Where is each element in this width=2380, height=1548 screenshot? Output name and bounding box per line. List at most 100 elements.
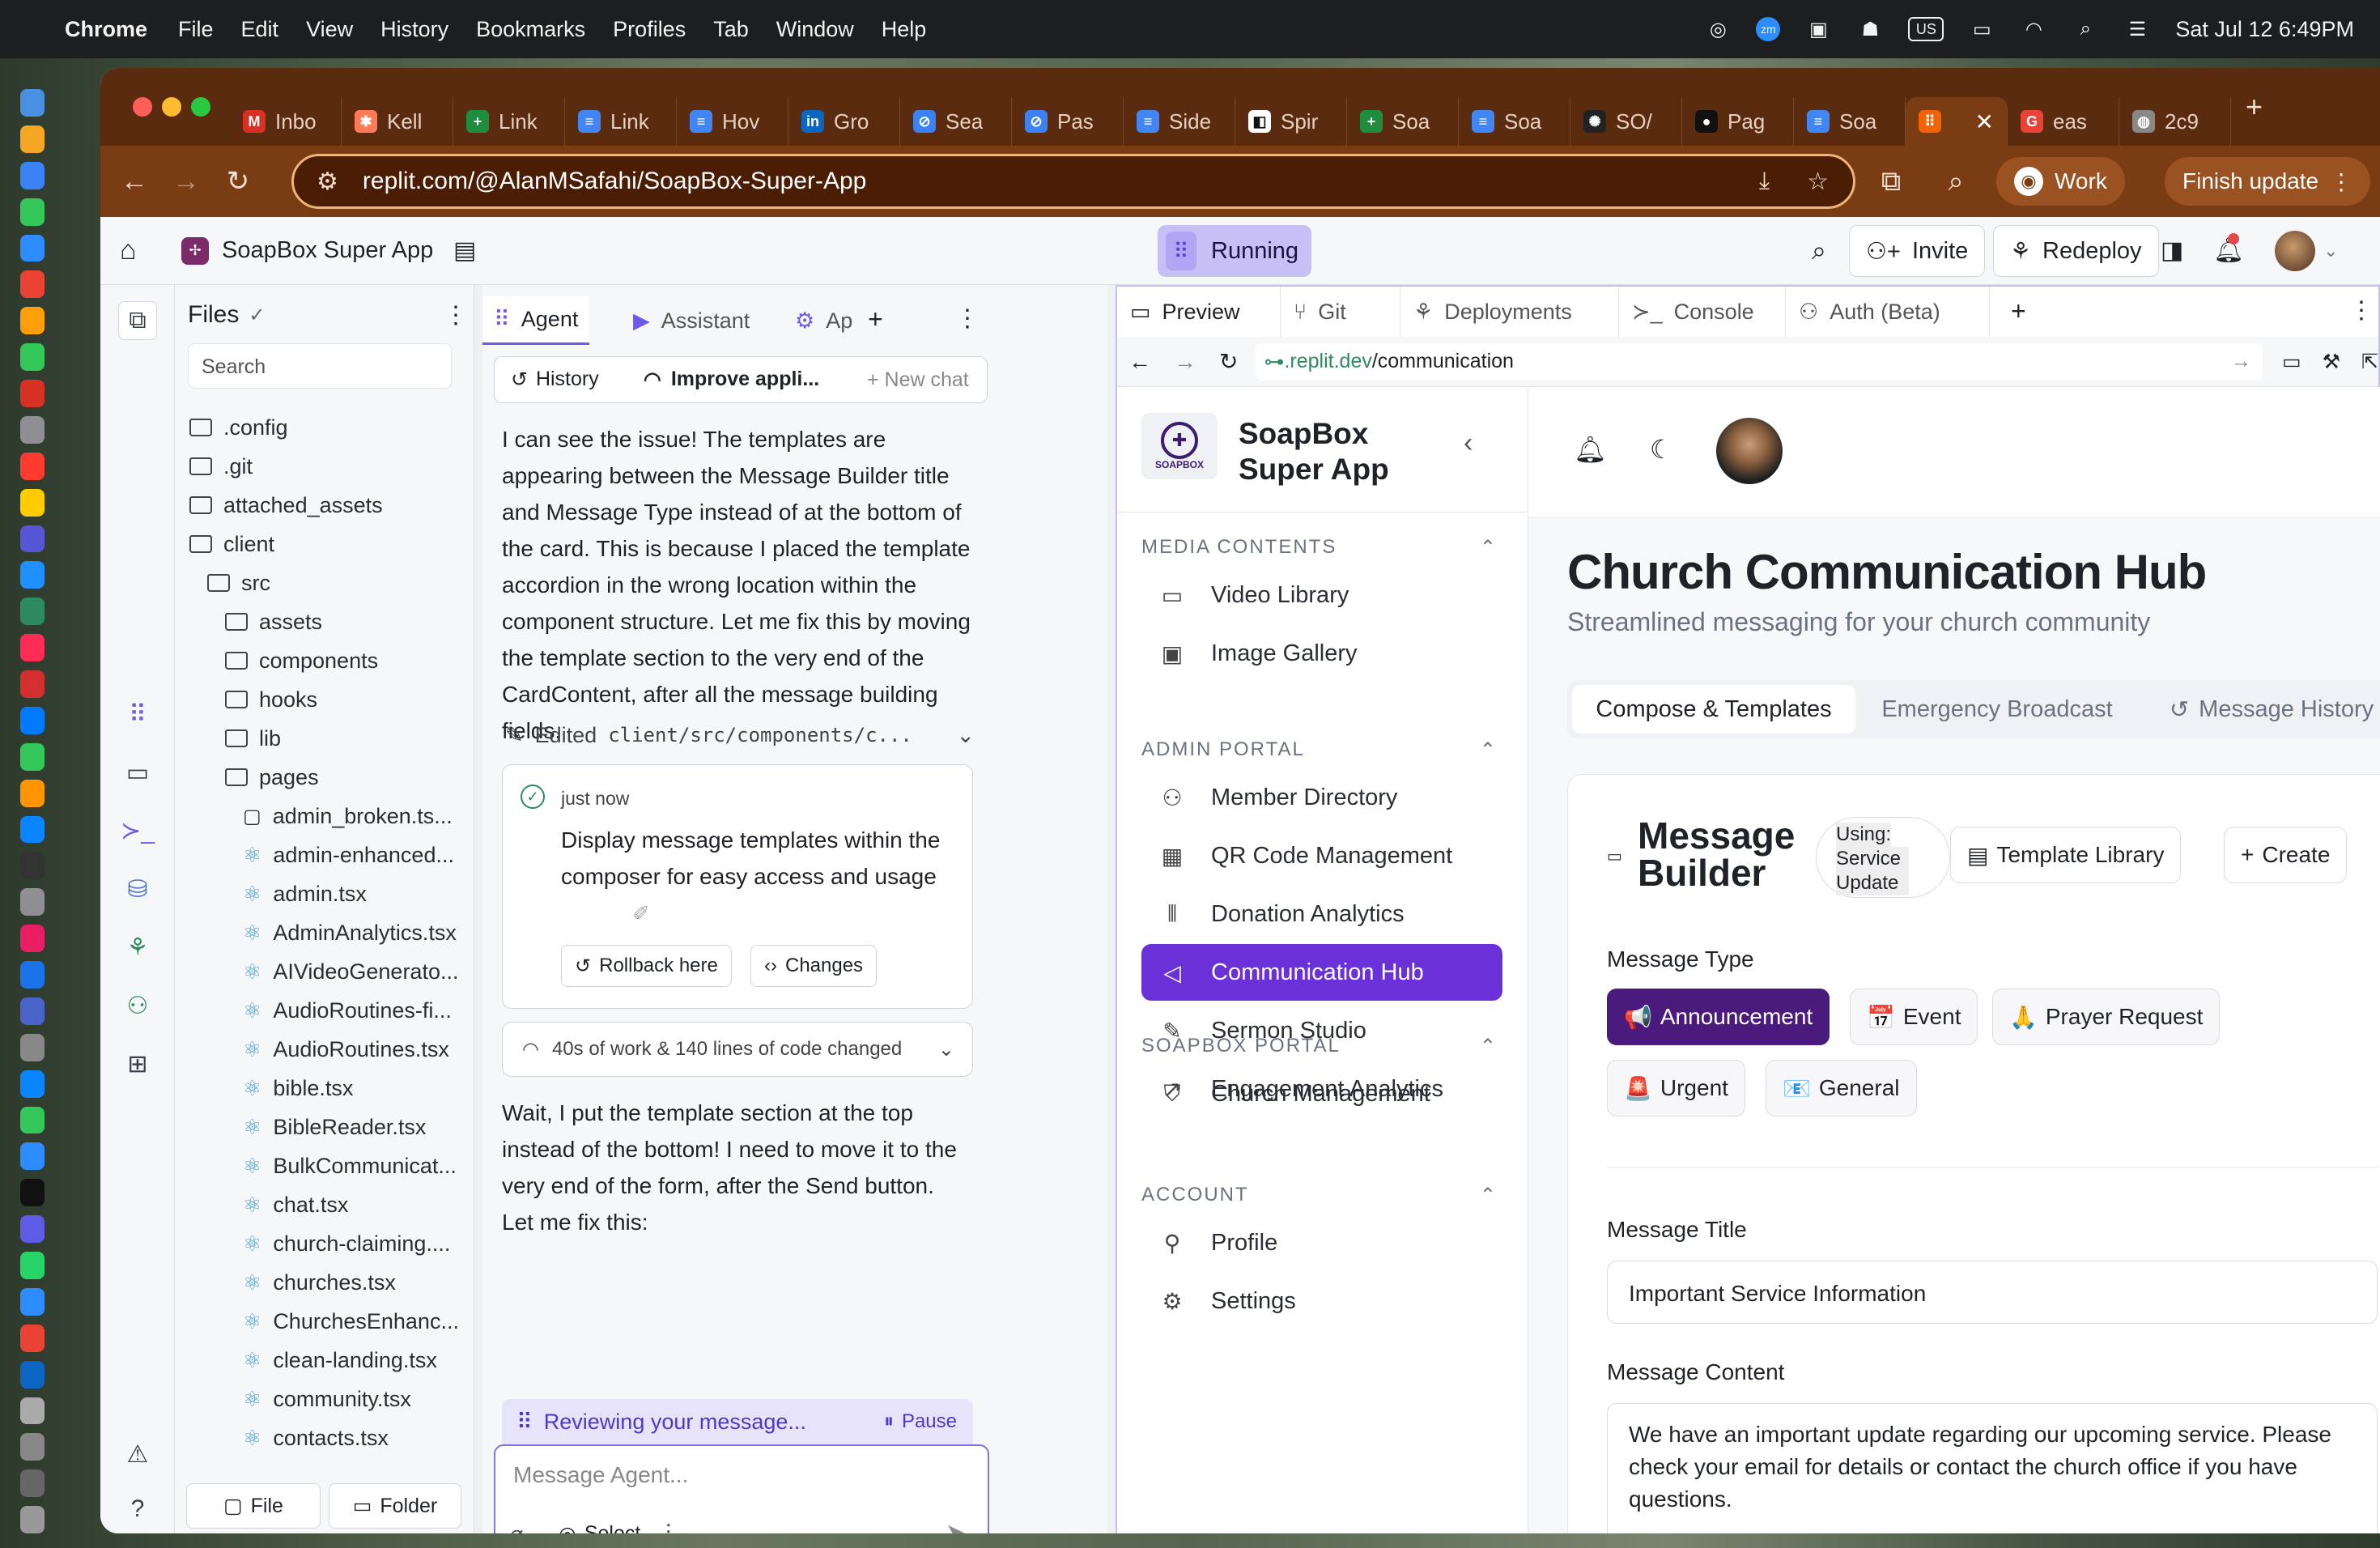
- dock-app-icon[interactable]: [20, 1287, 45, 1316]
- open-new-tab-icon[interactable]: ⇱: [2361, 350, 2378, 374]
- message-type-prayer-request[interactable]: 🙏 Prayer Request: [1992, 989, 2221, 1045]
- menu-view[interactable]: View: [306, 17, 353, 42]
- file-search-input[interactable]: Search: [188, 343, 452, 389]
- accessibility-icon[interactable]: ◎: [1704, 15, 1732, 43]
- menu-file[interactable]: File: [178, 17, 214, 42]
- file-tree-item[interactable]: ⚛ church-claiming....: [243, 1224, 450, 1263]
- changes-button[interactable]: ‹› Changes: [750, 945, 878, 987]
- browser-tab[interactable]: ⠿ ✕: [1906, 97, 2008, 146]
- dock-app-icon[interactable]: [20, 634, 45, 661]
- settings-sliders-icon[interactable]: ⫶: [665, 1520, 671, 1533]
- dock-app-icon[interactable]: [20, 1397, 45, 1425]
- alerts-icon[interactable]: ⚠: [118, 1435, 157, 1474]
- dock-app-icon[interactable]: [20, 997, 45, 1025]
- dock-app-icon[interactable]: [20, 452, 45, 480]
- file-tree-item[interactable]: attached_assets: [189, 486, 383, 525]
- browser-tab[interactable]: + Soa: [1347, 97, 1459, 146]
- dock-app-icon[interactable]: [20, 961, 45, 989]
- message-agent-input[interactable]: Message Agent...: [513, 1462, 688, 1488]
- dock-app-icon[interactable]: [20, 270, 45, 299]
- browser-tab[interactable]: ⊘ Sea: [900, 97, 1012, 146]
- tab-git[interactable]: ⑂ Git: [1281, 287, 1400, 337]
- forward-icon[interactable]: →: [1174, 349, 1196, 375]
- finish-update-button[interactable]: Finish update ⋮: [2165, 157, 2371, 206]
- teams-icon[interactable]: ☗: [1856, 15, 1884, 43]
- dock-app-icon[interactable]: [20, 307, 45, 335]
- dock-app-icon[interactable]: [20, 1360, 45, 1389]
- more-vertical-icon[interactable]: ⋮: [955, 304, 980, 333]
- file-tree-item[interactable]: ⚛ BibleReader.tsx: [243, 1108, 426, 1146]
- dock-app-icon[interactable]: [20, 925, 45, 952]
- zoom-window-button[interactable]: [191, 97, 210, 117]
- sidebar-section-header[interactable]: ACCOUNT ⌃: [1141, 1184, 1498, 1207]
- file-tree-item[interactable]: ⚛ AudioRoutines.tsx: [243, 1030, 449, 1069]
- sidebar-section-header[interactable]: SOAPBOX PORTAL ⌃: [1141, 1035, 1498, 1058]
- sidebar-item-church-management[interactable]: ⛉ Church Management: [1141, 1065, 1502, 1122]
- go-arrow-icon[interactable]: →: [2231, 350, 2251, 373]
- dock-app-icon[interactable]: [20, 670, 45, 698]
- dock-app-icon[interactable]: [20, 198, 45, 226]
- file-tree-item[interactable]: ⚛ bible.tsx: [243, 1069, 353, 1108]
- sidebar-item-member-directory[interactable]: ⚇ Member Directory: [1141, 769, 1502, 826]
- pause-button[interactable]: ⏸︎ Pause: [884, 1410, 957, 1433]
- browser-tab[interactable]: ≡ Soa: [1459, 97, 1570, 146]
- sidebar-section-header[interactable]: MEDIA CONTENTS ⌃: [1141, 536, 1498, 559]
- device-icon[interactable]: ▭: [2282, 350, 2301, 374]
- split-view-icon[interactable]: ◨: [2161, 236, 2183, 265]
- more-vertical-icon[interactable]: ⋮: [444, 301, 468, 330]
- browser-tab[interactable]: in Gro: [788, 97, 900, 146]
- tab-auth[interactable]: ⚇ Auth (Beta): [1786, 287, 1990, 337]
- attach-icon[interactable]: ⌀: [510, 1520, 524, 1533]
- user-avatar[interactable]: [2275, 230, 2315, 271]
- file-tree-item[interactable]: .git: [189, 447, 253, 486]
- close-tab-icon[interactable]: ✕: [1975, 108, 1994, 135]
- file-tree-item[interactable]: ⚛ contacts.tsx: [243, 1418, 389, 1457]
- sidebar-item-image-gallery[interactable]: ▣ Image Gallery: [1141, 625, 1502, 682]
- menubar-clock[interactable]: Sat Jul 12 6:49PM: [2175, 17, 2354, 42]
- dock-app-icon[interactable]: [20, 1433, 45, 1461]
- invite-button[interactable]: ⚇+ Invite: [1849, 225, 1986, 277]
- dock-app-icon[interactable]: [20, 706, 45, 734]
- menubar-app-name[interactable]: Chrome: [65, 17, 147, 42]
- menu-bookmarks[interactable]: Bookmarks: [476, 17, 585, 42]
- dock-app-icon[interactable]: [20, 343, 45, 371]
- history-button[interactable]: ↺ History: [511, 368, 599, 392]
- message-type-event[interactable]: 📅 Event: [1850, 989, 1978, 1045]
- sidebar-item-communication-hub[interactable]: ◁ Communication Hub: [1141, 944, 1502, 1001]
- browser-tab[interactable]: ✱ Kell: [342, 97, 453, 146]
- file-tree-toggle-icon[interactable]: ⧉: [118, 301, 157, 340]
- file-tree-item[interactable]: .config: [189, 408, 288, 447]
- dock-app-icon[interactable]: [20, 1506, 45, 1533]
- file-tree-item[interactable]: hooks: [225, 680, 317, 719]
- menu-window[interactable]: Window: [776, 17, 854, 42]
- new-folder-button[interactable]: ▭ Folder: [329, 1483, 461, 1529]
- more-vertical-icon[interactable]: ⋮: [2349, 296, 2374, 325]
- input-source-icon[interactable]: US: [1908, 17, 1944, 41]
- redeploy-button[interactable]: ⚘ Redeploy: [1993, 225, 2159, 277]
- deployments-tool-icon[interactable]: ⚘: [118, 928, 157, 967]
- new-tab-icon[interactable]: +: [2246, 90, 2263, 124]
- menu-tab[interactable]: Tab: [713, 17, 749, 42]
- dock-app-icon[interactable]: [20, 380, 45, 407]
- browser-tab[interactable]: ◍ 2c9: [2119, 97, 2231, 146]
- file-tree-item[interactable]: ⚛ BulkCommunicat...: [243, 1146, 457, 1185]
- browser-tab[interactable]: ✺ SO/: [1570, 97, 1682, 146]
- extensions-icon[interactable]: ⧉: [1865, 155, 1917, 207]
- user-avatar[interactable]: [1716, 418, 1783, 484]
- file-tree-item[interactable]: lib: [225, 719, 281, 758]
- project-name[interactable]: SoapBox Super App: [222, 237, 433, 264]
- home-icon[interactable]: ⌂: [120, 235, 137, 266]
- dock-app-icon[interactable]: [20, 852, 45, 880]
- tab-console[interactable]: ≻_ Console: [1619, 287, 1786, 337]
- tab-deployments[interactable]: ⚘ Deployments: [1400, 287, 1619, 337]
- tab-history[interactable]: ↺ Message History: [2139, 685, 2380, 734]
- profile-button[interactable]: ◉ Work: [1996, 157, 2125, 206]
- battery-icon[interactable]: ▭: [1968, 15, 1995, 43]
- bookmark-star-icon[interactable]: ☆: [1807, 168, 1829, 196]
- create-button[interactable]: + Create: [2224, 827, 2348, 883]
- dock-app-icon[interactable]: [20, 742, 45, 771]
- site-settings-icon[interactable]: ⚙: [317, 168, 338, 196]
- address-bar[interactable]: ⚙ replit.com/@AlanMSafahi/SoapBox-Super-…: [291, 154, 1855, 209]
- sidebar-item-donation-analytics[interactable]: ⫴ Donation Analytics: [1141, 886, 1502, 942]
- preview-url[interactable]: ⊶ .replit.dev /communication →: [1256, 342, 2263, 381]
